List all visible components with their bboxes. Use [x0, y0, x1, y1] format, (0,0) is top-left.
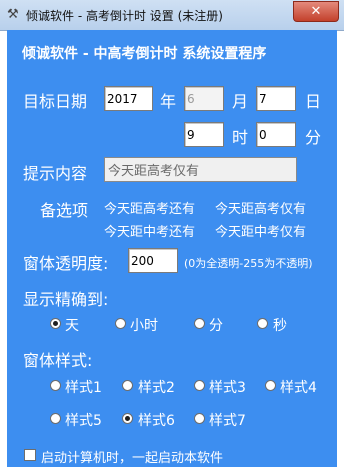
opacity-label: 窗体透明度: — [23, 254, 109, 273]
month-unit: 月 — [232, 92, 249, 111]
precision-second-radio[interactable] — [257, 318, 268, 329]
style1-radio[interactable] — [50, 380, 61, 391]
style2-radio[interactable] — [122, 380, 133, 391]
option-item[interactable]: 今天距高考还有 — [104, 198, 195, 217]
precision-day-label[interactable]: 天 — [65, 315, 79, 335]
hour-input[interactable] — [184, 122, 224, 147]
precision-day-radio[interactable] — [50, 318, 61, 329]
hour-unit: 时 — [232, 128, 249, 147]
title-bar: ⚒ 倾诚软件 - 高考倒计时 设置 (未注册) ✕ — [0, 0, 344, 31]
panel-heading: 倾诚软件 - 中高考倒计时 系统设置程序 — [22, 46, 267, 62]
minute-unit: 分 — [305, 128, 322, 147]
settings-panel: 倾诚软件 - 中高考倒计时 系统设置程序 目标日期 年 月 日 时 分 提示内容… — [7, 30, 337, 467]
style7-radio[interactable] — [194, 413, 205, 424]
option-item[interactable]: 今天距中考仅有 — [215, 221, 306, 240]
window-title: 倾诚软件 - 高考倒计时 设置 (未注册) — [26, 9, 223, 23]
target-date-label: 目标日期 — [23, 92, 88, 111]
option-item[interactable]: 今天距高考仅有 — [215, 198, 306, 217]
close-icon: ✕ — [310, 4, 322, 19]
style2-label[interactable]: 样式2 — [138, 377, 175, 397]
opacity-hint: (0为全透明-255为不透明) — [184, 257, 313, 270]
style5-label[interactable]: 样式5 — [65, 410, 102, 430]
precision-minute-radio[interactable] — [194, 318, 205, 329]
prompt-label: 提示内容 — [23, 164, 88, 183]
precision-second-label[interactable]: 秒 — [273, 315, 287, 335]
style7-label[interactable]: 样式7 — [209, 410, 246, 430]
year-input[interactable] — [104, 86, 153, 111]
prompt-input[interactable]: 今天距高考仅有 — [104, 157, 297, 182]
precision-hour-radio[interactable] — [115, 318, 126, 329]
opacity-input[interactable] — [128, 248, 178, 273]
style4-label[interactable]: 样式4 — [280, 377, 317, 397]
day-input[interactable] — [256, 86, 296, 111]
close-button[interactable]: ✕ — [293, 1, 339, 22]
style3-radio[interactable] — [194, 380, 205, 391]
style-label: 窗体样式: — [23, 351, 93, 370]
autostart-checkbox[interactable] — [24, 449, 36, 461]
style6-radio[interactable] — [122, 413, 133, 424]
day-unit: 日 — [305, 92, 322, 111]
year-unit: 年 — [160, 92, 177, 111]
month-input[interactable] — [184, 86, 224, 111]
options-label: 备选项 — [40, 201, 89, 220]
style4-radio[interactable] — [265, 380, 276, 391]
precision-minute-label[interactable]: 分 — [209, 315, 223, 335]
style1-label[interactable]: 样式1 — [65, 377, 102, 397]
autostart-label[interactable]: 启动计算机时，一起启动本软件 — [41, 447, 223, 466]
style5-radio[interactable] — [50, 413, 61, 424]
option-item[interactable]: 今天距中考还有 — [104, 221, 195, 240]
style6-label[interactable]: 样式6 — [138, 410, 175, 430]
tool-icon: ⚒ — [7, 7, 19, 22]
minute-input[interactable] — [256, 122, 296, 147]
precision-label: 显示精确到: — [23, 290, 109, 309]
precision-hour-label[interactable]: 小时 — [130, 315, 158, 335]
style3-label[interactable]: 样式3 — [209, 377, 246, 397]
